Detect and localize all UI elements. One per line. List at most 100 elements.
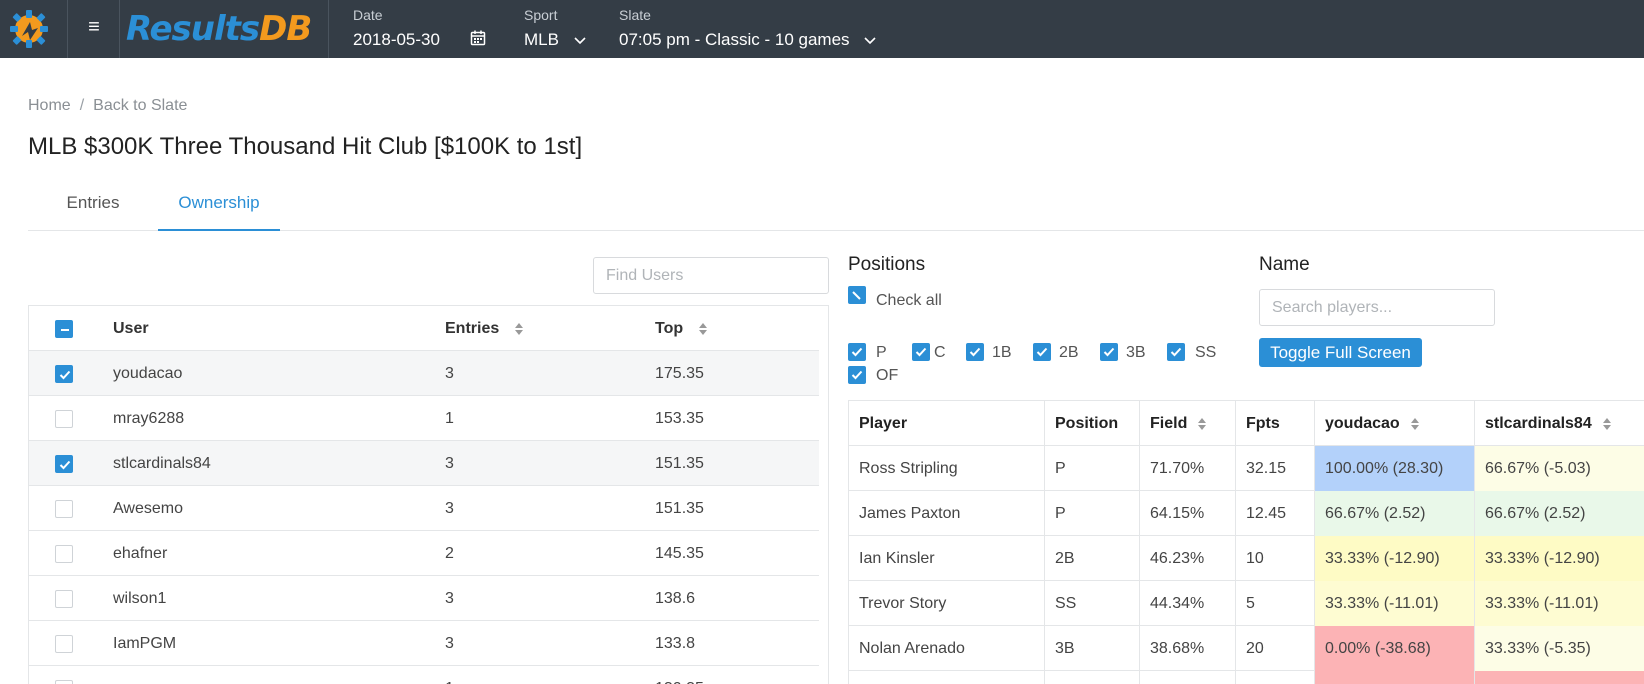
user-name[interactable]: IamPGM <box>113 621 176 666</box>
sort-icon <box>698 322 707 335</box>
column-header-user[interactable]: User <box>113 306 149 351</box>
breadcrumb-back-link[interactable]: Back to Slate <box>93 97 187 114</box>
position-cell: 3B <box>1045 626 1140 671</box>
tab-entries[interactable]: Entries <box>28 188 158 231</box>
divider <box>328 0 329 58</box>
position-label-ss[interactable]: SS <box>1195 344 1216 362</box>
position-checkbox-p[interactable] <box>848 343 866 361</box>
ownership-cell <box>1315 671 1475 684</box>
ownership-cell: 33.33% (-12.90) <box>1475 536 1644 581</box>
table-row[interactable]: stlcardinals84 3 151.35 <box>29 441 819 486</box>
entries-count: 2 <box>445 545 454 562</box>
column-header-fpts[interactable]: Fpts <box>1236 401 1315 446</box>
row-checkbox[interactable] <box>55 410 73 428</box>
row-checkbox[interactable] <box>55 590 73 608</box>
position-label-3b[interactable]: 3B <box>1126 344 1146 362</box>
gear-logo-icon[interactable] <box>8 8 50 50</box>
date-label: Date <box>353 7 383 23</box>
top-score: 130.35 <box>655 666 704 684</box>
field-cell: 71.70% <box>1140 446 1236 491</box>
table-row[interactable]: mray6288 1 153.35 <box>29 396 819 441</box>
users-table: User Entries Top youdacao 3 175.35 mray6288… <box>28 305 829 684</box>
tab-bar: Entries Ownership <box>28 188 1644 231</box>
column-header-label: Fpts <box>1246 415 1280 432</box>
field-cell: 38.68% <box>1140 626 1236 671</box>
column-header-youdacao[interactable]: youdacao <box>1315 401 1475 446</box>
row-checkbox[interactable] <box>55 545 73 563</box>
column-header-label: Position <box>1055 415 1119 432</box>
row-checkbox[interactable] <box>55 680 73 684</box>
sort-icon <box>514 322 523 335</box>
table-row[interactable]: ehafner 2 145.35 <box>29 531 819 576</box>
user-name[interactable]: mray6288 <box>113 396 184 441</box>
column-header-top[interactable]: Top <box>655 306 708 351</box>
date-value[interactable]: 2018-05-30 <box>353 30 440 50</box>
position-label-of[interactable]: OF <box>876 367 898 385</box>
entries-count: 3 <box>445 590 454 607</box>
field-cell: 44.34% <box>1140 581 1236 626</box>
row-checkbox[interactable] <box>55 500 73 518</box>
column-header-position[interactable]: Position <box>1045 401 1140 446</box>
column-header-stlcardinals84[interactable]: stlcardinals84 <box>1475 401 1644 446</box>
table-row[interactable]: 1 130.35 <box>29 666 819 684</box>
position-cell: 2B <box>1045 536 1140 581</box>
user-name[interactable]: ehafner <box>113 531 167 576</box>
sport-select[interactable]: MLB <box>524 30 586 50</box>
table-row <box>849 671 1644 684</box>
position-label-c[interactable]: C <box>934 344 946 362</box>
user-name[interactable]: Awesemo <box>113 486 183 531</box>
sport-value: MLB <box>524 30 559 49</box>
position-checkbox-of[interactable] <box>848 366 866 384</box>
toggle-full-screen-button[interactable]: Toggle Full Screen <box>1259 338 1422 367</box>
find-users-input[interactable] <box>593 257 829 294</box>
table-row[interactable]: youdacao 3 175.35 <box>29 351 819 396</box>
user-name[interactable]: youdacao <box>113 351 182 396</box>
fpts-cell: 5 <box>1236 581 1315 626</box>
user-name[interactable]: stlcardinals84 <box>113 441 211 486</box>
player-cell: Ian Kinsler <box>849 536 1045 581</box>
position-label-p[interactable]: P <box>876 344 887 362</box>
check-all-checkbox[interactable] <box>848 286 866 304</box>
search-players-input[interactable] <box>1259 289 1495 326</box>
slate-select[interactable]: 07:05 pm - Classic - 10 games <box>619 30 876 50</box>
ownership-cell: 0.00% (-38.68) <box>1315 626 1475 671</box>
breadcrumb-home-link[interactable]: Home <box>28 97 71 114</box>
table-row: Ian Kinsler 2B 46.23% 10 33.33% (-12.90) 33.3… <box>849 536 1644 581</box>
position-checkbox-1b[interactable] <box>966 343 984 361</box>
table-row: Ross Stripling P 71.70% 32.15 100.00% (28.30… <box>849 446 1644 491</box>
position-checkbox-c[interactable] <box>912 343 930 361</box>
row-checkbox[interactable] <box>55 365 73 383</box>
breadcrumb: Home / Back to Slate <box>28 97 187 115</box>
row-checkbox[interactable] <box>55 455 73 473</box>
column-header-field[interactable]: Field <box>1140 401 1236 446</box>
user-name[interactable]: wilson1 <box>113 576 166 621</box>
table-row[interactable]: wilson1 3 138.6 <box>29 576 819 621</box>
entries-count: 3 <box>445 455 454 472</box>
table-row[interactable]: IamPGM 3 133.8 <box>29 621 819 666</box>
row-checkbox[interactable] <box>55 635 73 653</box>
position-checkbox-ss[interactable] <box>1167 343 1185 361</box>
position-label-1b[interactable]: 1B <box>992 344 1012 362</box>
table-row[interactable]: Awesemo 3 151.35 <box>29 486 819 531</box>
top-score: 138.6 <box>655 590 696 607</box>
brand-logo[interactable]: ResultsDB <box>126 8 312 50</box>
top-score: 145.35 <box>655 545 704 562</box>
check-all-label[interactable]: Check all <box>876 292 942 310</box>
position-checkbox-2b[interactable] <box>1033 343 1051 361</box>
menu-icon[interactable]: ≡ <box>84 17 104 37</box>
tab-ownership[interactable]: Ownership <box>158 188 280 231</box>
position-checkbox-3b[interactable] <box>1100 343 1118 361</box>
divider <box>67 0 68 58</box>
position-label-2b[interactable]: 2B <box>1059 344 1079 362</box>
ownership-cell <box>1475 671 1644 684</box>
player-cell <box>849 671 1045 684</box>
top-score: 175.35 <box>655 365 704 382</box>
calendar-icon[interactable] <box>470 30 486 46</box>
column-header-entries[interactable]: Entries <box>445 306 524 351</box>
select-all-checkbox[interactable] <box>55 320 73 338</box>
field-cell <box>1140 671 1236 684</box>
table-header-row: User Entries Top <box>29 306 819 351</box>
column-header-player[interactable]: Player <box>849 401 1045 446</box>
column-header-label: Field <box>1150 415 1188 432</box>
chevron-down-icon <box>574 36 586 44</box>
